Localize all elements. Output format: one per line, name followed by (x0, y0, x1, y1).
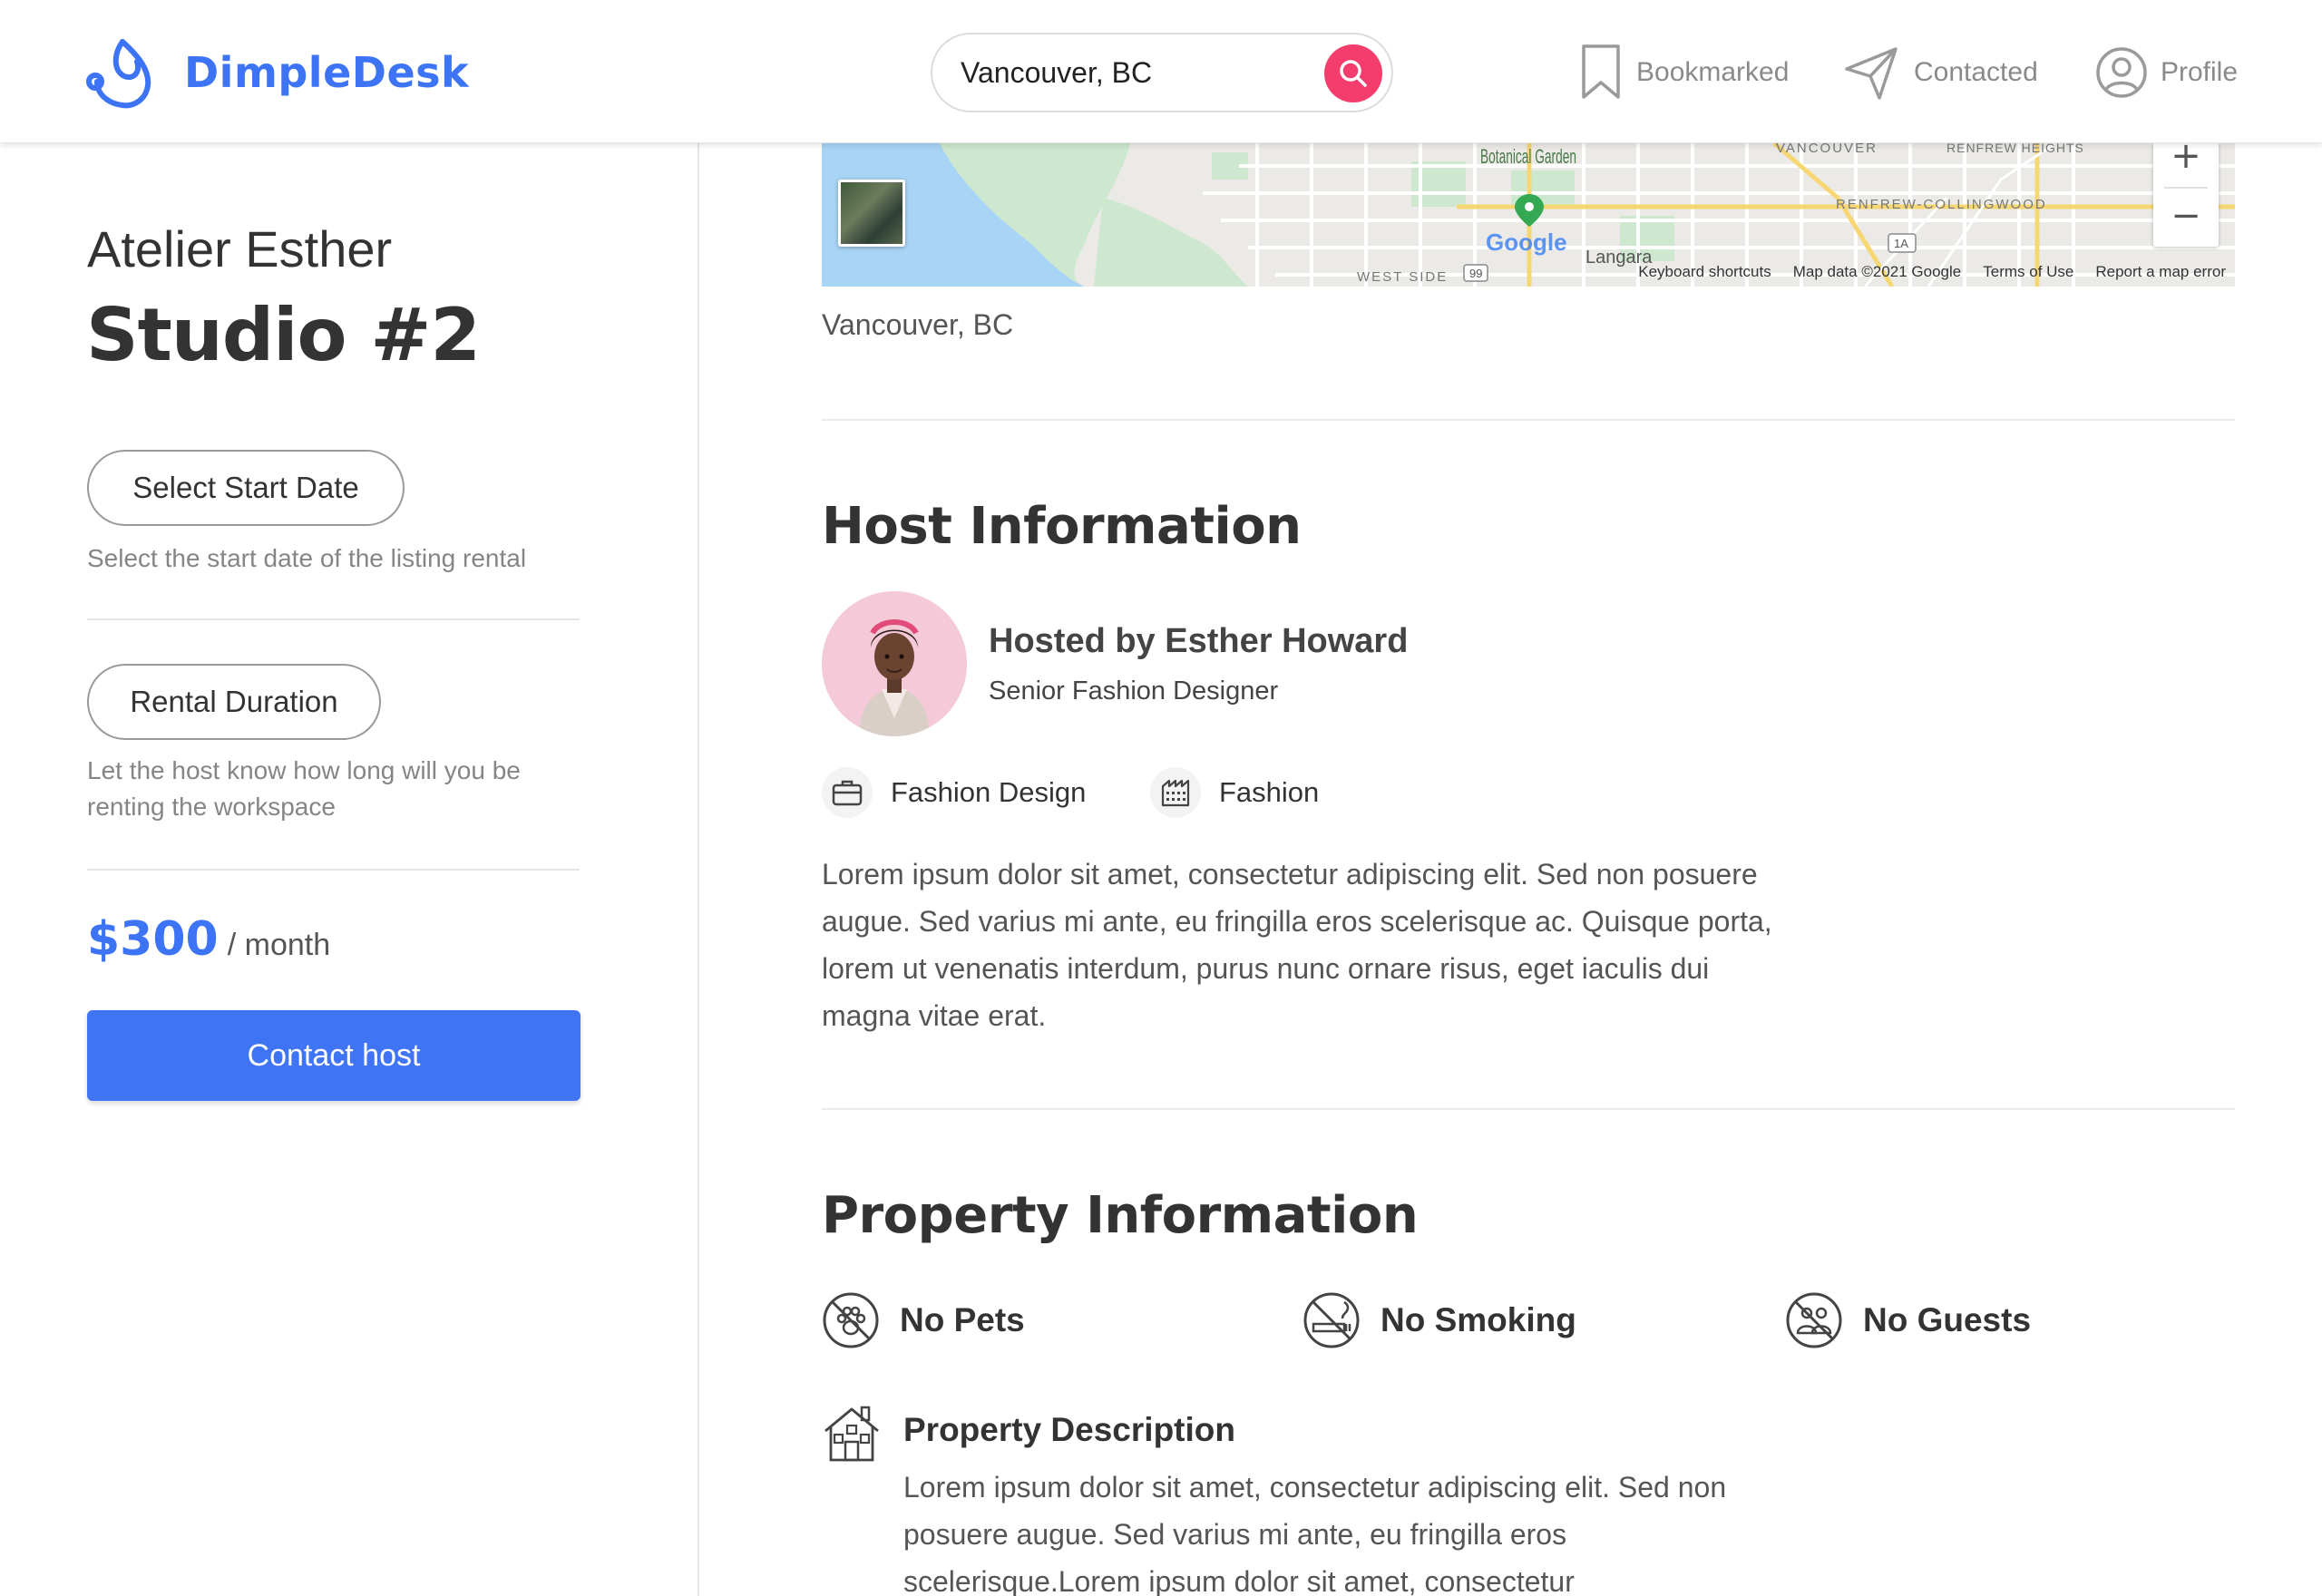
host-role: Senior Fashion Designer (989, 676, 1279, 706)
nav-profile-label: Profile (2161, 57, 2239, 87)
bookmark-icon (1582, 44, 1620, 99)
map-terms-link[interactable]: Terms of Use (1983, 263, 2073, 283)
property-description: Lorem ipsum dolor sit amet, consectetur … (903, 1471, 1727, 1596)
search-input[interactable]: Vancouver, BC (961, 56, 1152, 90)
property-description-title: Property Description (903, 1411, 1235, 1448)
map-label-vancouver: VANCOUVER (1776, 143, 1878, 156)
price: $300 / month (87, 912, 330, 967)
map-zoom-controls: + − (2153, 143, 2219, 247)
map-label-west-side: WEST SIDE (1357, 269, 1448, 285)
house-icon (824, 1406, 879, 1462)
location-text: Vancouver, BC (822, 308, 1014, 341)
top-header: DimpleDesk Vancouver, BC Bookmarked Cont… (0, 0, 2322, 143)
host-avatar[interactable] (822, 591, 967, 736)
nav-profile[interactable]: Profile (2095, 40, 2238, 105)
map-data-credit: Map data ©2021 Google (1792, 263, 1962, 280)
factory-icon (1150, 767, 1201, 818)
host-description: Lorem ipsum dolor sit amet, consectetur … (822, 858, 1772, 1032)
search-icon (1340, 60, 1367, 87)
rule-no-pets: No Pets (822, 1291, 1025, 1349)
section-divider (822, 1108, 2235, 1110)
nav-contacted-label: Contacted (1914, 57, 2038, 87)
zoom-out-button[interactable]: − (2153, 190, 2219, 241)
map-label-renfrew-heights: RENFREW HEIGHTS (1946, 143, 2084, 155)
rental-duration-help: Let the host know how long will you be r… (87, 756, 521, 821)
host-tag-label: Fashion Design (891, 776, 1087, 808)
map-label-hwy99: 99 (1469, 267, 1482, 280)
zoom-divider (2164, 187, 2208, 189)
divider (87, 618, 580, 620)
location-search[interactable]: Vancouver, BC (931, 33, 1393, 112)
map-label-hwy1a: 1A (1894, 237, 1908, 250)
rental-duration-button[interactable]: Rental Duration (87, 664, 381, 740)
host-tag-fashion: Fashion (1150, 767, 1319, 818)
map-label-google: Google (1486, 229, 1567, 256)
no-smoking-icon (1303, 1292, 1360, 1348)
divider (87, 869, 580, 871)
workspace-name: Atelier Esther (87, 220, 393, 277)
start-date-help: Select the start date of the listing ren… (87, 544, 527, 572)
rule-label: No Guests (1863, 1301, 2032, 1338)
property-section-title: Property Information (822, 1186, 1419, 1245)
map-report-error-link[interactable]: Report a map error (2095, 263, 2226, 283)
booking-panel: Atelier Esther Studio #2 Select Start Da… (0, 143, 699, 1596)
map-keyboard-shortcuts-link[interactable]: Keyboard shortcuts (1638, 263, 1771, 283)
satellite-toggle[interactable] (838, 180, 905, 247)
price-amount: $300 (87, 912, 219, 967)
host-portrait (822, 591, 967, 736)
brand-name: DimpleDesk (184, 48, 470, 97)
nav-contacted[interactable]: Contacted (1843, 40, 2038, 105)
location-map[interactable]: Botanical Garden VANCOUVER RENFREW HEIGH… (822, 143, 2235, 287)
map-label-renfrew-collingwood: RENFREW-COLLINGWOOD (1836, 197, 2047, 212)
host-section-title: Host Information (822, 497, 1302, 556)
no-guests-icon (1786, 1292, 1842, 1348)
rule-no-smoking: No Smoking (1302, 1291, 1576, 1349)
user-circle-icon (2096, 47, 2147, 98)
paper-plane-icon (1845, 47, 1898, 100)
zoom-in-button[interactable]: + (2153, 143, 2219, 181)
map-attribution: Keyboard shortcuts Map data ©2021 Google… (1638, 263, 2226, 283)
rule-label: No Pets (900, 1301, 1025, 1338)
no-pets-icon (823, 1292, 879, 1348)
host-tag-fashion-design: Fashion Design (822, 767, 1086, 818)
map-label-botanical: Botanical Garden (1480, 145, 1576, 168)
dimple-logo-icon (86, 39, 151, 109)
brand-logo[interactable]: DimpleDesk (86, 34, 469, 111)
search-button[interactable] (1324, 44, 1382, 102)
rule-label: No Smoking (1381, 1301, 1576, 1338)
select-start-date-button[interactable]: Select Start Date (87, 450, 405, 526)
section-divider (822, 419, 2235, 421)
host-name: Hosted by Esther Howard (989, 622, 1409, 660)
listing-title: Studio #2 (86, 293, 481, 377)
price-unit: / month (227, 928, 331, 962)
host-tag-label: Fashion (1219, 776, 1320, 808)
contact-host-button[interactable]: Contact host (87, 1010, 580, 1101)
nav-bookmarked-label: Bookmarked (1636, 57, 1790, 87)
nav-bookmarked[interactable]: Bookmarked (1578, 40, 1789, 105)
rule-no-guests: No Guests (1785, 1291, 2031, 1349)
briefcase-icon (822, 767, 873, 818)
